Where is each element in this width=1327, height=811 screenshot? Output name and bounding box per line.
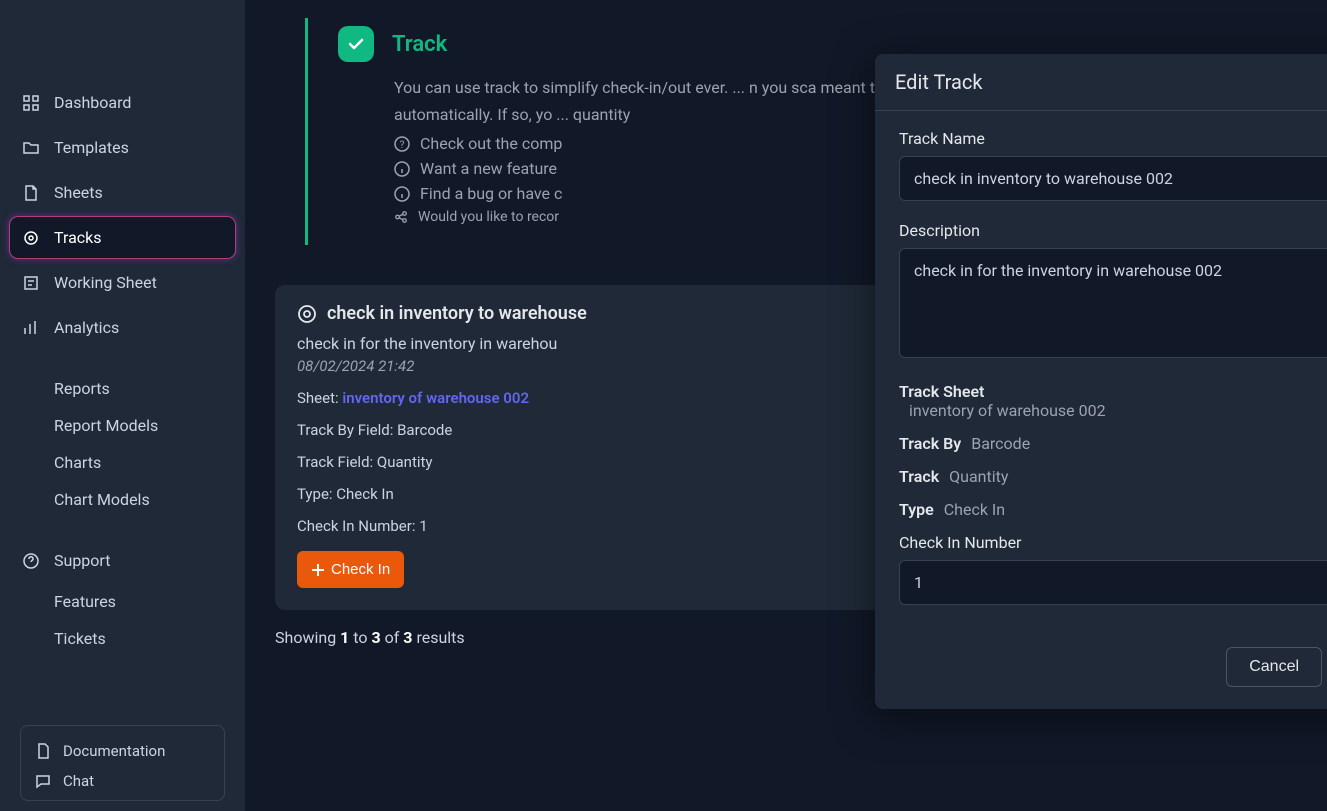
track-sheet-label: Track Sheet (899, 382, 1327, 401)
sidebar-sub-charts[interactable]: Charts (10, 444, 235, 481)
card-sheet-link[interactable]: inventory of warehouse 002 (342, 389, 529, 407)
modal-title: Edit Track (875, 54, 1327, 111)
sidebar-item-dashboard[interactable]: Dashboard (10, 82, 235, 123)
results-to: 3 (371, 628, 380, 647)
track-value: Quantity (949, 467, 1008, 486)
doc-icon (35, 743, 51, 759)
sidebar-sub-features[interactable]: Features (10, 583, 235, 620)
card-row-value: 1 (419, 517, 427, 535)
track-name-input[interactable] (899, 156, 1327, 201)
description-textarea[interactable] (899, 248, 1327, 358)
sidebar-item-analytics[interactable]: Analytics (10, 307, 235, 348)
chart-icon (22, 319, 40, 337)
sheet-icon (22, 184, 40, 202)
intro-link-label: Check out the comp (420, 134, 562, 153)
sidebar-footer: Documentation Chat (20, 725, 225, 801)
sidebar-item-templates[interactable]: Templates (10, 127, 235, 168)
track-sheet-value: inventory of warehouse 002 (899, 401, 1327, 420)
card-row-label: Track By Field: (297, 421, 393, 439)
track-row: Track Quantity (899, 467, 1327, 486)
plus-icon (311, 563, 325, 577)
check-in-button[interactable]: Check In (297, 551, 404, 588)
sidebar-item-label: Sheets (54, 183, 103, 202)
sidebar-sub-chart-models[interactable]: Chart Models (10, 481, 235, 518)
sidebar-sub-tickets[interactable]: Tickets (10, 620, 235, 657)
sidebar-item-label: Templates (54, 138, 129, 157)
card-row-label: Check In Number: (297, 517, 415, 535)
track-name-label: Track Name (899, 129, 1327, 148)
results-from: 1 (340, 628, 349, 647)
description-label: Description (899, 221, 1327, 240)
track-sheet-row: Track Sheet inventory of warehouse 002 (899, 382, 1327, 420)
info-icon (394, 186, 410, 202)
type-row: Type Check In (899, 500, 1327, 519)
target-icon (297, 304, 317, 324)
cancel-button[interactable]: Cancel (1226, 647, 1322, 687)
sidebar-item-label: Tracks (54, 228, 102, 247)
target-icon (22, 229, 40, 247)
card-row-value: Quantity (377, 453, 433, 471)
sidebar-item-label: Analytics (54, 318, 119, 337)
sidebar-sub-report-models[interactable]: Report Models (10, 407, 235, 444)
track-by-row: Track By Barcode (899, 434, 1327, 453)
type-label: Type (899, 500, 934, 519)
card-row-label: Type: (297, 485, 333, 503)
main-content: Track You can use track to simplify chec… (245, 0, 1327, 811)
sidebar-item-label: Support (54, 551, 110, 570)
chat-icon (35, 773, 51, 789)
card-row-value: Barcode (397, 421, 452, 439)
type-value: Check In (944, 500, 1005, 519)
track-label: Track (899, 467, 939, 486)
results-total: 3 (403, 628, 412, 647)
intro-title: Track (392, 32, 447, 57)
results-text: to (353, 628, 367, 647)
working-sheet-icon (22, 274, 40, 292)
results-text: of (385, 628, 400, 647)
intro-link-label: Would you like to recor (418, 209, 559, 225)
results-text: Showing (275, 628, 336, 647)
checkin-number-input[interactable] (899, 560, 1327, 605)
sidebar-sub-reports[interactable]: Reports (10, 370, 235, 407)
card-row-value: Check In (336, 485, 394, 503)
button-label: Check In (331, 561, 390, 578)
sidebar-footer-label: Documentation (63, 742, 165, 760)
card-title: check in inventory to warehouse (327, 303, 587, 324)
intro-link-label: Want a new feature (420, 159, 557, 178)
track-by-value: Barcode (971, 434, 1030, 453)
sidebar-item-label: Dashboard (54, 93, 131, 112)
check-icon (338, 26, 374, 62)
sidebar: Dashboard Templates Sheets (0, 0, 245, 811)
sidebar-item-sheets[interactable]: Sheets (10, 172, 235, 213)
sidebar-footer-chat[interactable]: Chat (29, 766, 216, 796)
card-row-label: Sheet: (297, 389, 339, 407)
sidebar-item-label: Working Sheet (54, 273, 157, 292)
share-icon (394, 210, 408, 224)
sidebar-item-working-sheet[interactable]: Working Sheet (10, 262, 235, 303)
sidebar-footer-label: Chat (63, 772, 94, 790)
results-text: results (416, 628, 464, 647)
folder-icon (22, 139, 40, 157)
sidebar-footer-documentation[interactable]: Documentation (29, 736, 216, 766)
edit-track-modal: Edit Track Track Name Description Track … (875, 54, 1327, 709)
checkin-number-label: Check In Number (899, 533, 1327, 552)
card-row-label: Track Field: (297, 453, 373, 471)
sidebar-item-tracks[interactable]: Tracks (10, 217, 235, 258)
sidebar-item-support[interactable]: Support (10, 540, 235, 581)
track-by-label: Track By (899, 434, 961, 453)
help-icon (22, 552, 40, 570)
intro-link-label: Find a bug or have c (420, 184, 562, 203)
help-circle-icon: ? (394, 136, 410, 152)
info-icon (394, 161, 410, 177)
dashboard-icon (22, 94, 40, 112)
svg-text:?: ? (400, 140, 405, 151)
